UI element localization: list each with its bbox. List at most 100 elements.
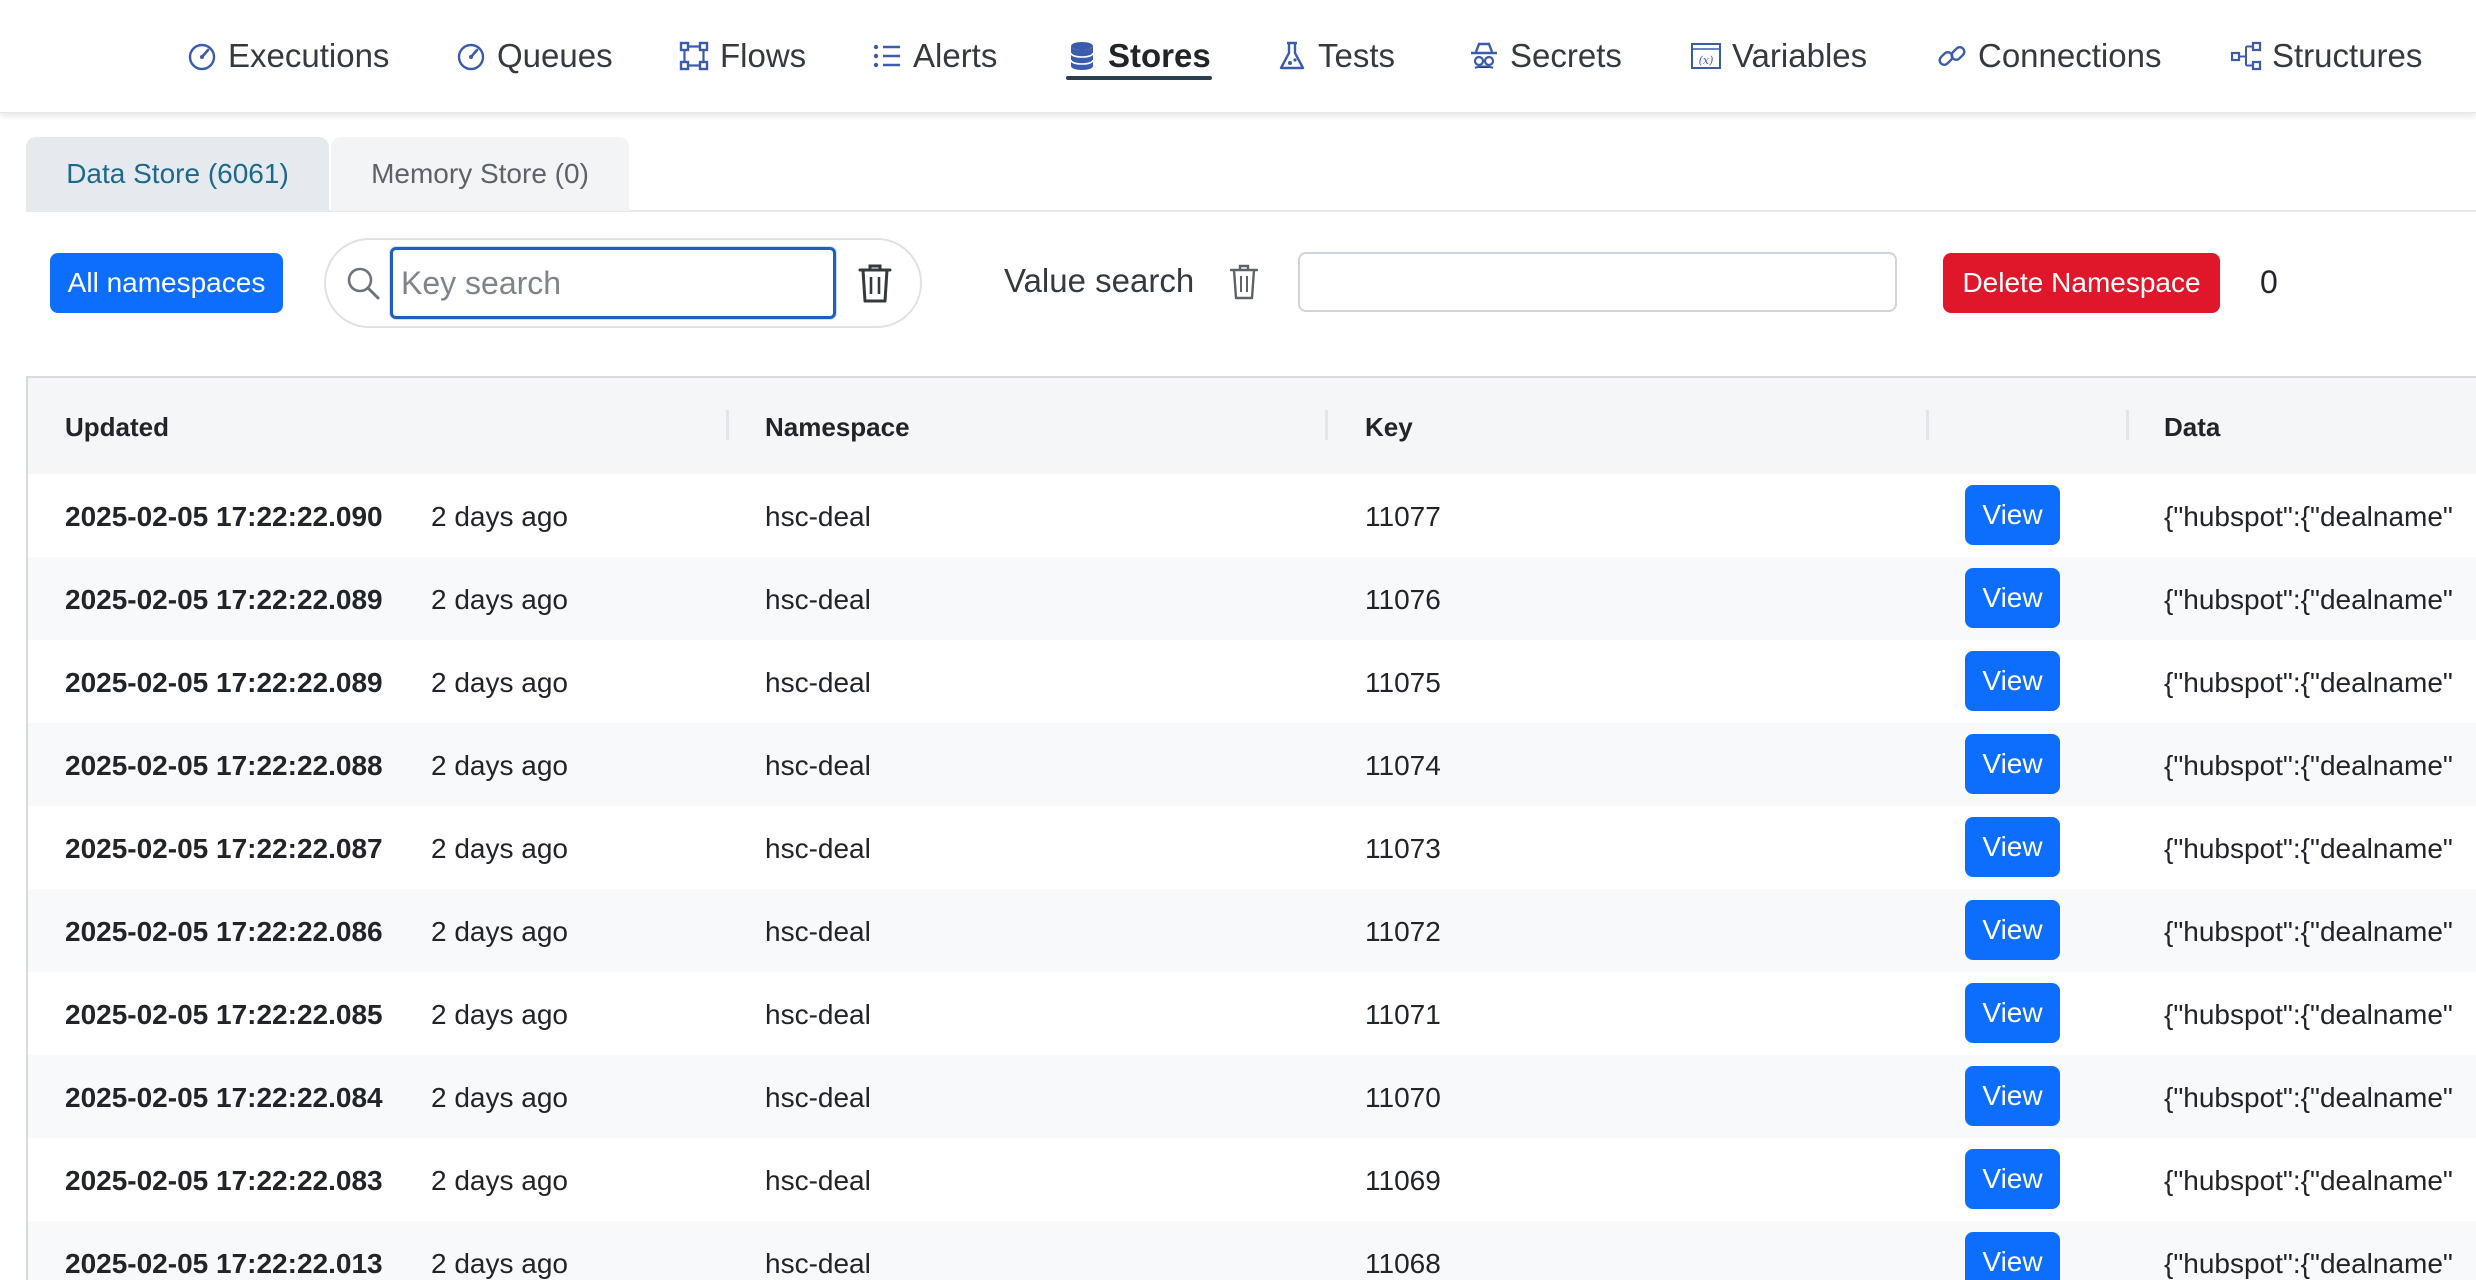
view-button[interactable]: View [1965,1232,2060,1280]
nav-alerts-label: Alerts [913,37,998,74]
updated-timestamp: 2025-02-05 17:22:22.089 [65,667,383,698]
nav-connections[interactable]: Connections [1936,26,2161,86]
namespace-cell: hsc-deal [765,1248,871,1279]
value-search-label: Value search [1004,262,1195,299]
table-row[interactable]: 2025-02-05 17:22:22.088 2 days ago hsc-d… [28,723,2476,808]
data-store-table: Updated Namespace Key Data 2025-02-05 17… [26,376,2476,1280]
column-header-updated[interactable]: Updated [65,412,169,443]
column-resize-handle[interactable] [2126,410,2129,440]
spy-icon [1471,42,1497,69]
flow-icon [679,41,709,71]
gauge-icon [457,43,485,71]
updated-relative: 2 days ago [431,1248,568,1279]
trash-icon[interactable] [1229,263,1259,301]
list-icon [873,44,900,68]
value-search-input[interactable] [1298,252,1897,312]
updated-relative: 2 days ago [431,1165,568,1196]
nav-secrets-label: Secrets [1510,37,1622,74]
column-header-key[interactable]: Key [1365,412,1413,443]
table-row[interactable]: 2025-02-05 17:22:22.090 2 days ago hsc-d… [28,474,2476,559]
column-header-namespace[interactable]: Namespace [765,412,910,443]
nav-executions-label: Executions [228,37,390,74]
trash-icon[interactable] [856,262,894,304]
nav-variables[interactable]: (x) Variables [1690,26,1867,86]
namespace-cell: hsc-deal [765,584,871,615]
nav-secrets[interactable]: Secrets [1468,26,1622,86]
nav-queues[interactable]: Queues [455,26,613,86]
key-search-group [324,238,922,328]
nav-flows-label: Flows [720,37,807,74]
namespace-cell: hsc-deal [765,916,871,947]
table-row[interactable]: 2025-02-05 17:22:22.013 2 days ago hsc-d… [28,1221,2476,1280]
nav-flows[interactable]: Flows [678,26,806,86]
view-button[interactable]: View [1965,485,2060,545]
active-nav-underline [1066,76,1212,80]
data-cell: {"hubspot":{"dealname" [2164,1248,2453,1279]
top-navigation: Executions Queues Flows Alerts Stores Te… [0,0,2476,113]
table-row[interactable]: 2025-02-05 17:22:22.089 2 days ago hsc-d… [28,557,2476,642]
svg-text:(x): (x) [1699,54,1714,67]
table-row[interactable]: 2025-02-05 17:22:22.086 2 days ago hsc-d… [28,889,2476,974]
key-cell: 11075 [1365,667,1441,698]
namespace-cell: hsc-deal [765,833,871,864]
data-cell: {"hubspot":{"dealname" [2164,1082,2453,1113]
updated-relative: 2 days ago [431,501,568,532]
view-button[interactable]: View [1965,651,2060,711]
updated-relative: 2 days ago [431,999,568,1030]
delete-namespace-button[interactable]: Delete Namespace [1943,253,2220,313]
table-row[interactable]: 2025-02-05 17:22:22.085 2 days ago hsc-d… [28,972,2476,1057]
tab-memory-store[interactable]: Memory Store (0) [331,137,629,211]
tab-data-store[interactable]: Data Store (6061) [26,137,329,211]
updated-relative: 2 days ago [431,750,568,781]
namespace-cell: hsc-deal [765,1165,871,1196]
nav-variables-label: Variables [1732,37,1868,74]
updated-relative: 2 days ago [431,667,568,698]
updated-relative: 2 days ago [431,916,568,947]
updated-timestamp: 2025-02-05 17:22:22.085 [65,999,383,1030]
column-resize-handle[interactable] [1325,410,1328,440]
table-row[interactable]: 2025-02-05 17:22:22.087 2 days ago hsc-d… [28,806,2476,891]
updated-timestamp: 2025-02-05 17:22:22.086 [65,916,383,947]
updated-timestamp: 2025-02-05 17:22:22.013 [65,1248,383,1279]
namespace-cell: hsc-deal [765,750,871,781]
column-header-data[interactable]: Data [2164,412,2220,443]
column-resize-handle[interactable] [726,410,729,440]
tab-data-store-label: Data Store (6061) [66,158,289,189]
table-row[interactable]: 2025-02-05 17:22:22.083 2 days ago hsc-d… [28,1138,2476,1223]
view-button[interactable]: View [1965,568,2060,628]
namespace-cell: hsc-deal [765,501,871,532]
key-cell: 11074 [1365,750,1441,781]
namespace-cell: hsc-deal [765,667,871,698]
data-cell: {"hubspot":{"dealname" [2164,584,2453,615]
all-namespaces-button[interactable]: All namespaces [50,253,283,313]
updated-timestamp: 2025-02-05 17:22:22.087 [65,833,383,864]
table-row[interactable]: 2025-02-05 17:22:22.089 2 days ago hsc-d… [28,640,2476,725]
namespace-cell: hsc-deal [765,1082,871,1113]
view-button[interactable]: View [1965,983,2060,1043]
key-cell: 11070 [1365,1082,1441,1113]
data-cell: {"hubspot":{"dealname" [2164,501,2453,532]
nav-tests-label: Tests [1318,37,1396,74]
nav-stores-label: Stores [1108,37,1211,74]
nav-connections-label: Connections [1978,37,2162,74]
view-button[interactable]: View [1965,900,2060,960]
view-button[interactable]: View [1965,1149,2060,1209]
updated-timestamp: 2025-02-05 17:22:22.083 [65,1165,383,1196]
nav-alerts[interactable]: Alerts [871,26,997,86]
updated-relative: 2 days ago [431,1082,568,1113]
table-row[interactable]: 2025-02-05 17:22:22.084 2 days ago hsc-d… [28,1055,2476,1140]
nav-executions[interactable]: Executions [186,26,389,86]
database-icon [1070,42,1094,70]
key-search-input[interactable] [390,247,836,319]
view-button[interactable]: View [1965,734,2060,794]
data-cell: {"hubspot":{"dealname" [2164,833,2453,864]
view-button[interactable]: View [1965,817,2060,877]
selection-count: 0 [2260,264,2278,300]
nav-structures[interactable]: Structures [2230,26,2422,86]
view-button[interactable]: View [1965,1066,2060,1126]
key-cell: 11071 [1365,999,1441,1030]
updated-timestamp: 2025-02-05 17:22:22.088 [65,750,383,781]
column-resize-handle[interactable] [1926,410,1929,440]
updated-relative: 2 days ago [431,833,568,864]
nav-tests[interactable]: Tests [1276,26,1395,86]
